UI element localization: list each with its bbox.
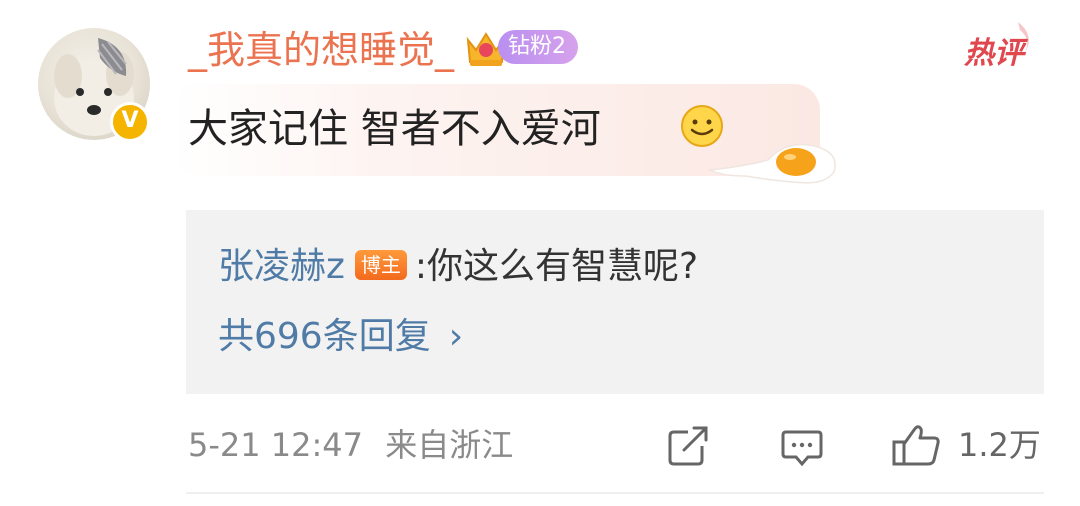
host-badge: 博主 [354, 250, 407, 280]
like-count: 1.2万 [958, 426, 1041, 464]
verified-mark: V [121, 108, 139, 133]
share-icon [668, 426, 708, 466]
share-button[interactable] [664, 420, 712, 470]
view-all-replies-link[interactable]: 共696条回复 › [218, 310, 463, 364]
top-reply[interactable]: 张凌赫z 博主:你这么有智慧呢? [218, 240, 698, 294]
comment-location: 来自浙江 [385, 426, 514, 464]
comment-username[interactable]: _我真的想睡觉_ [188, 24, 454, 76]
reply-author[interactable]: 张凌赫z [218, 246, 345, 287]
divider [186, 492, 1044, 494]
reply-separator: : [414, 246, 428, 287]
chevron-right-icon: › [448, 316, 464, 357]
comment-icon [781, 430, 823, 467]
reply-text: 你这么有智慧呢? [427, 246, 699, 287]
like-button[interactable] [890, 420, 942, 470]
fried-egg-sticker [707, 143, 836, 184]
thumbs-up-icon [892, 425, 940, 466]
comment-button[interactable] [778, 420, 826, 470]
comment-text[interactable]: 大家记住 智者不入爱河 [188, 100, 601, 158]
hot-comment-label: 热评 [964, 36, 1024, 71]
reply-count-label: 共696条回复 [218, 316, 431, 357]
hot-comment-tag: 热评 [960, 20, 1040, 71]
verified-badge: V [110, 102, 150, 142]
reply-preview-box[interactable] [186, 210, 1044, 394]
fan-level-badge: 钻粉2 [498, 30, 578, 64]
comment-meta: 5-21 12:47 来自浙江 [188, 420, 513, 470]
comment-timestamp: 5-21 12:47 [188, 426, 364, 464]
